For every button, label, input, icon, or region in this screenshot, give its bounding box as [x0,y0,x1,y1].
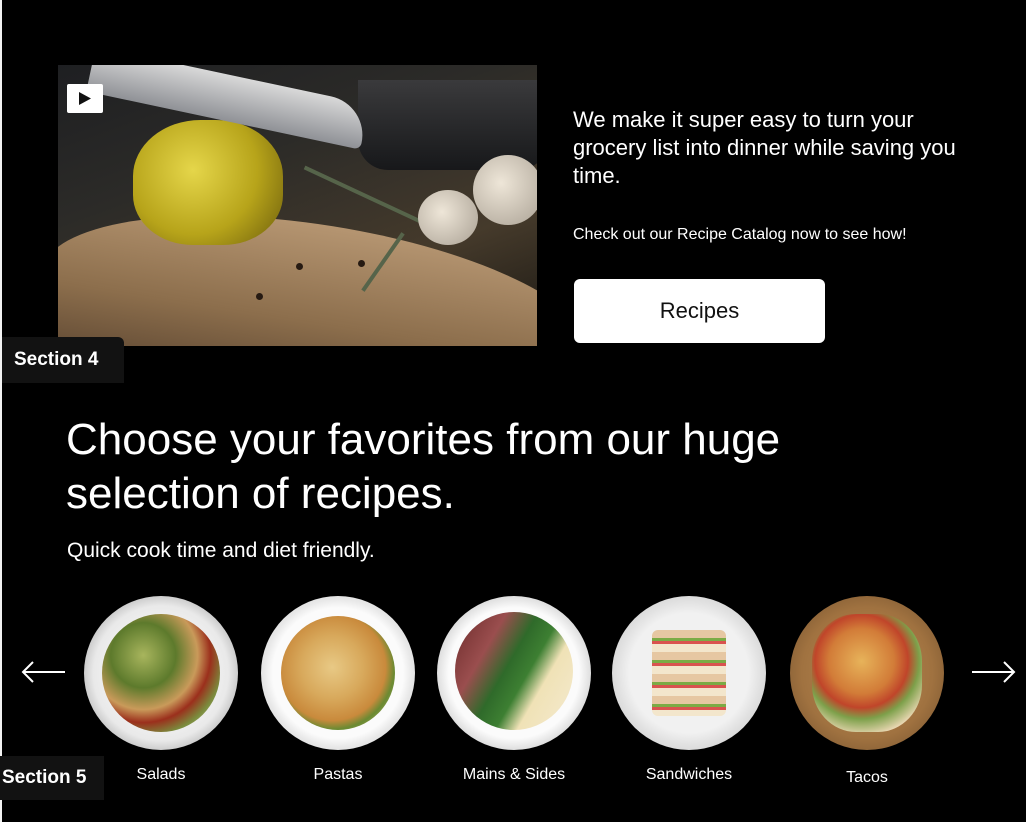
category-label: Pastas [313,766,363,783]
play-icon [79,92,91,105]
video-thumbnail[interactable] [58,65,537,346]
category-pastas[interactable]: Pastas [261,596,415,783]
section-4-label: Section 4 [2,337,124,383]
yellow-pepper-image [133,120,283,245]
peppercorn [256,293,263,300]
sandwich-plate-image [612,596,766,750]
intro-text: We make it super easy to turn your groce… [573,107,956,188]
tacos-plate-image [790,596,944,750]
category-sandwiches[interactable]: Sandwiches [612,596,766,783]
carousel-next-button[interactable] [970,657,1018,687]
category-salads[interactable]: Salads [84,596,238,783]
play-button[interactable] [67,84,103,113]
garlic-image [473,155,537,225]
salad-plate-image [84,596,238,750]
catalog-headline: Choose your favorites from our huge sele… [66,415,781,518]
carousel-prev-button[interactable] [19,657,67,687]
section-5-label: Section 5 [0,756,104,800]
frame-edge [0,0,2,822]
recipes-button[interactable]: Recipes [574,279,825,343]
category-tacos[interactable]: Tacos [790,596,944,786]
herb-sprig-image [303,165,433,229]
pasta-plate-image [261,596,415,750]
category-mains-sides[interactable]: Mains & Sides [437,596,591,783]
category-label: Tacos [846,769,888,786]
cta-note: Check out our Recipe Catalog now to see … [573,226,907,243]
arrow-right-icon [972,661,1016,683]
peppercorn [296,263,303,270]
section-5-text: Section 5 [2,767,87,788]
catalog-subhead: Quick cook time and diet friendly. [67,539,375,562]
category-label: Mains & Sides [462,766,566,783]
garlic-image [418,190,478,245]
mains-plate-image [437,596,591,750]
category-label: Sandwiches [645,766,733,783]
peppercorn [358,260,365,267]
arrow-left-icon [21,661,65,683]
